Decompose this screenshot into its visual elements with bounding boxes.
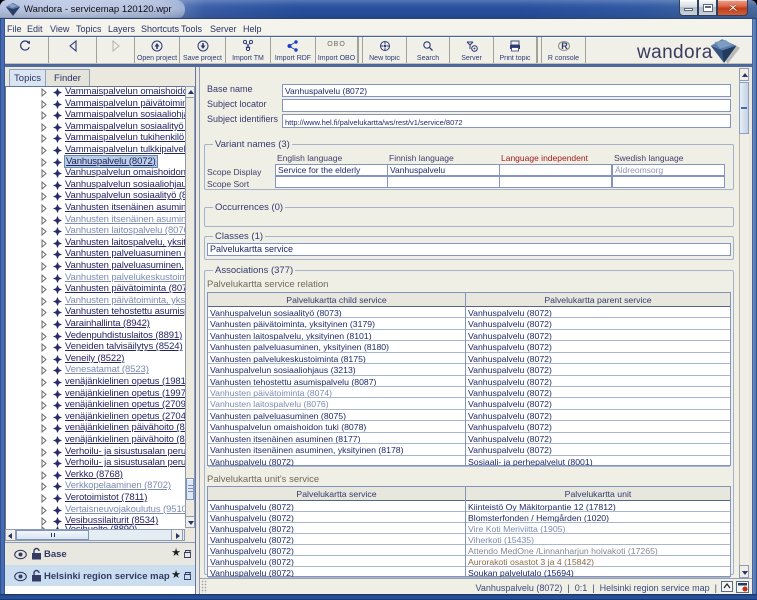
svg-text:R: R	[561, 41, 568, 51]
